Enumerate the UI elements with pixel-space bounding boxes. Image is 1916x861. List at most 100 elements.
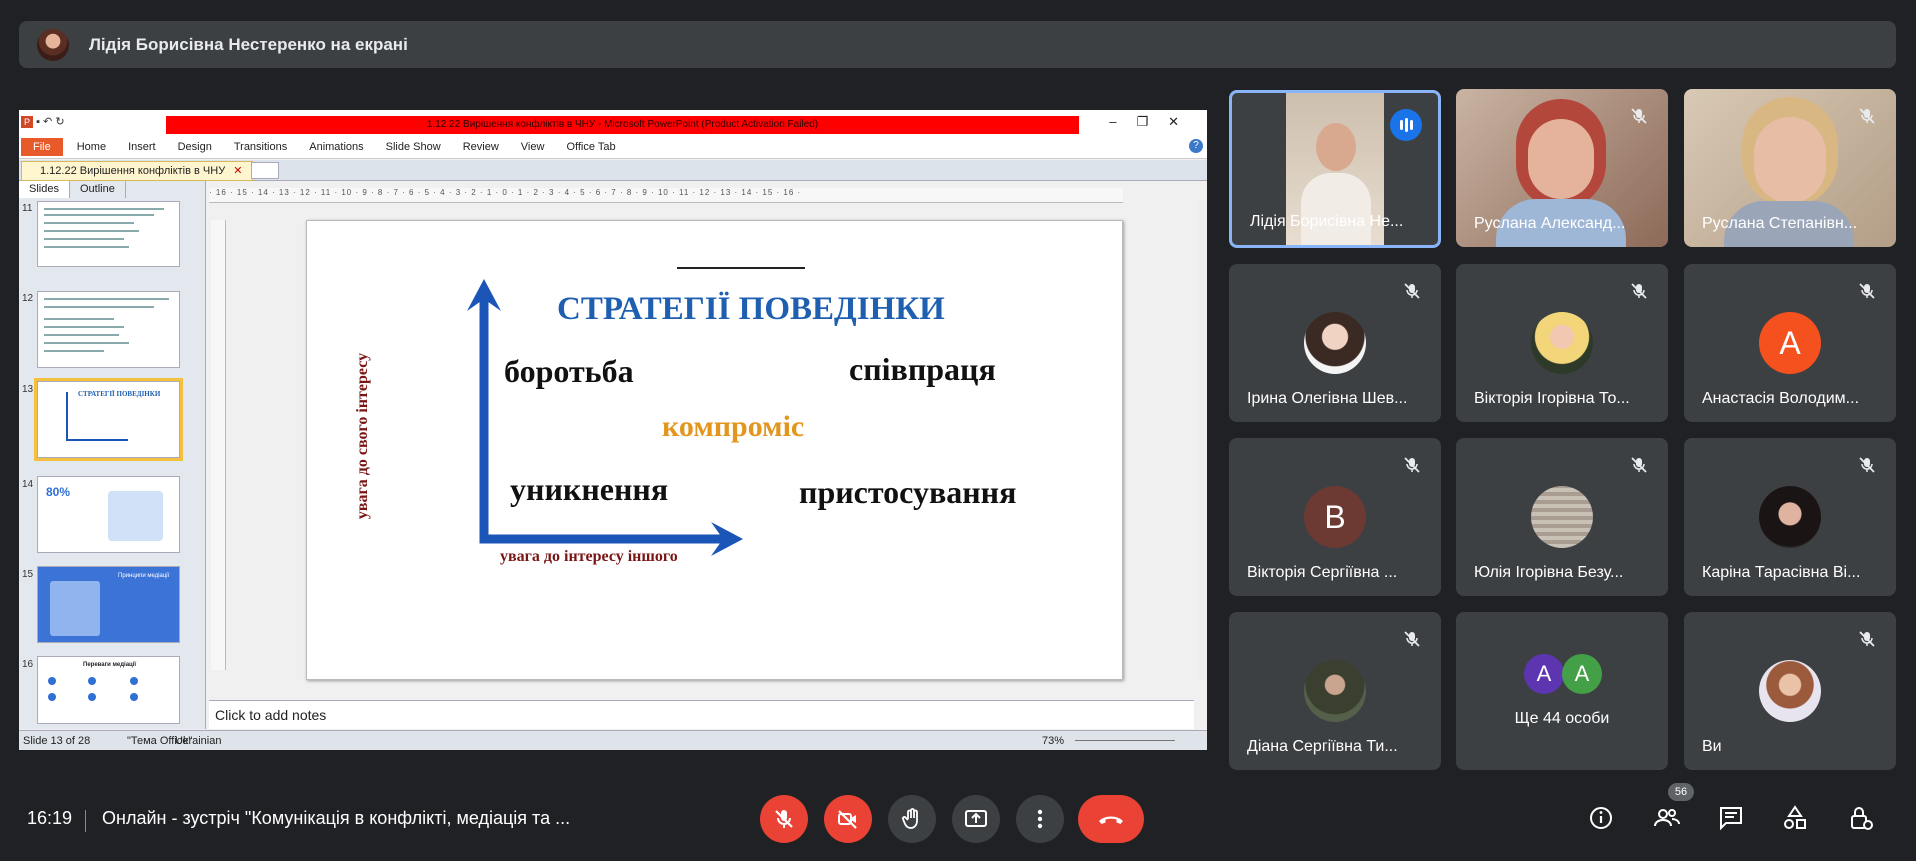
notes-area: Click to add notes (209, 700, 1194, 729)
document-tab: 1.12.22 Вирішення конфліктів в ЧНУ ✕ (21, 161, 254, 181)
shared-screen: P ▪ ↶ ↻ 1.12.22 Вирішення конфліктів в Ч… (19, 110, 1207, 750)
mic-off-icon (1858, 456, 1876, 474)
presenter-bar: Лідія Борисівна Нестеренко на екрані (19, 21, 1896, 68)
divider (85, 810, 86, 832)
slides-panel: Slides Outline 11 12 13 СТРАТЕГІЇ ПОВЕДІ… (19, 181, 206, 729)
help-icon: ? (1189, 139, 1203, 153)
presenter-avatar (37, 28, 69, 61)
more-options-button[interactable] (1016, 795, 1064, 843)
ribbon-tab-view: View (520, 141, 545, 153)
clock: 16:19 (27, 808, 73, 828)
participant-name: Лідія Борисівна Не... (1250, 213, 1404, 230)
ppt-statusbar: Slide 13 of 28 "Тема Office" Ukrainian 7… (19, 730, 1207, 750)
mic-off-icon (1630, 107, 1648, 125)
ribbon-tabs: File Home Insert Design Transitions Anim… (19, 136, 1207, 159)
slide-number: 12 (22, 293, 34, 304)
thumb-16-title: Переваги медіації (83, 662, 137, 668)
participant-avatar (1304, 312, 1366, 374)
minimize-icon: – (1109, 114, 1137, 129)
participant-tile[interactable]: Руслана Александ... (1456, 89, 1668, 247)
participant-tile[interactable]: A Анастасія Володим... (1684, 264, 1896, 422)
slide-thumbnail-16: Переваги медіації (37, 656, 180, 724)
mic-off-icon (1858, 630, 1876, 648)
slide-thumbnail-11 (37, 201, 180, 267)
close-icon: ✕ (1168, 114, 1199, 129)
participant-initial: A (1759, 312, 1821, 374)
participant-name: Руслана Александ... (1474, 215, 1626, 232)
participant-initial: B (1304, 486, 1366, 548)
ribbon-tab-transitions: Transitions (233, 141, 288, 153)
window-controls: –❐✕ (1109, 114, 1199, 130)
more-vert-icon (1037, 809, 1043, 829)
participant-avatar (1759, 660, 1821, 722)
microphone-toggle-button[interactable] (760, 795, 808, 843)
participant-tile[interactable]: Руслана Степанівн... (1684, 89, 1896, 247)
zoom-slider (1075, 740, 1175, 741)
more-participants-tile[interactable]: A A Ще 44 особи (1456, 612, 1668, 770)
slide-thumbnail-15: Принципи медіації (37, 566, 180, 643)
present-screen-button[interactable] (952, 795, 1000, 843)
status-language: Ukrainian (175, 735, 222, 747)
quick-access-toolbar: P ▪ ↶ ↻ (21, 115, 65, 128)
slide-number: 15 (22, 569, 34, 580)
ppt-titlebar: P ▪ ↶ ↻ 1.12.22 Вирішення конфліктів в Ч… (19, 110, 1207, 136)
axes-arrows (467, 279, 743, 556)
participant-initial: A (1524, 654, 1564, 694)
meeting-title: Онлайн - зустріч "Комунікація в конфлікт… (102, 808, 571, 828)
chat-button[interactable] (1717, 804, 1745, 832)
meeting-details-button[interactable] (1587, 804, 1615, 832)
tab-outline: Outline (70, 181, 126, 198)
ribbon-tab-design: Design (177, 141, 212, 153)
slide-number: 11 (22, 203, 33, 214)
participant-name: Вікторія Сергіївна ... (1247, 564, 1398, 581)
participant-name: Анастасія Володим... (1702, 390, 1860, 407)
participant-tile[interactable]: Ірина Олегівна Шев... (1229, 264, 1441, 422)
ribbon-tab-review: Review (462, 141, 499, 153)
people-button[interactable] (1653, 804, 1681, 832)
participant-name: Юлія Ігорівна Безу... (1474, 564, 1624, 581)
speaking-indicator-icon (1390, 109, 1422, 141)
participant-name: Каріна Тарасівна Ві... (1702, 564, 1861, 581)
host-controls-button[interactable] (1847, 804, 1875, 832)
participant-tile[interactable]: Каріна Тарасівна Ві... (1684, 438, 1896, 596)
raise-hand-button[interactable] (888, 795, 936, 843)
horizontal-ruler: · 16 · 15 · 14 · 13 · 12 · 11 · 10 · 9 ·… (209, 188, 1123, 203)
activities-button[interactable] (1781, 804, 1809, 832)
ribbon-tab-slideshow: Slide Show (385, 141, 441, 153)
thumb-15-title: Принципи медіації (118, 573, 170, 579)
participant-tile[interactable]: B Вікторія Сергіївна ... (1229, 438, 1441, 596)
ribbon-tab-insert: Insert (128, 141, 156, 153)
slide-number: 13 (22, 384, 34, 395)
document-tab-label: 1.12.22 Вирішення конфліктів в ЧНУ (40, 165, 226, 177)
thumb-14-percent: 80% (46, 485, 71, 499)
participant-tile[interactable]: Вікторія Ігорівна То... (1456, 264, 1668, 422)
slide-thumbnail-13: СТРАТЕГІЇ ПОВЕДІНКИ (34, 378, 183, 461)
participant-avatar (1531, 486, 1593, 548)
restore-icon: ❐ (1136, 114, 1169, 129)
leave-call-button[interactable] (1078, 795, 1144, 843)
participant-name: Ірина Олегівна Шев... (1247, 390, 1408, 407)
ribbon-tab-animations: Animations (309, 141, 364, 153)
hand-icon (902, 808, 918, 829)
participant-name: Руслана Степанівн... (1702, 215, 1858, 232)
close-tab-icon: ✕ (233, 165, 243, 177)
mic-off-icon (1630, 456, 1648, 474)
mic-off-icon (1858, 282, 1876, 300)
people-count-badge: 56 (1668, 783, 1694, 801)
camera-off-icon (838, 810, 857, 829)
vertical-ruler (211, 220, 226, 670)
self-tile[interactable]: Ви (1684, 612, 1896, 770)
camera-toggle-button[interactable] (824, 795, 872, 843)
mic-off-icon (1403, 282, 1421, 300)
more-participants-label: Ще 44 особи (1514, 710, 1610, 727)
ribbon-tab-home: Home (76, 141, 107, 153)
ribbon-tab-office-tab: Office Tab (566, 141, 616, 153)
ppt-window-title: 1.12.22 Вирішення конфліктів в ЧНУ - Mic… (166, 116, 1079, 134)
status-slide: Slide 13 of 28 (23, 735, 91, 747)
bottom-bar: 16:19 Онлайн - зустріч "Комунікація в ко… (0, 790, 1916, 850)
thumb-13-title: СТРАТЕГІЇ ПОВЕДІНКИ (78, 390, 161, 398)
participant-tile[interactable]: Лідія Борисівна Не... (1229, 90, 1441, 248)
participant-tile[interactable]: Діана Сергіївна Ти... (1229, 612, 1441, 770)
ribbon-tab-file: File (21, 138, 63, 156)
participant-tile[interactable]: Юлія Ігорівна Безу... (1456, 438, 1668, 596)
